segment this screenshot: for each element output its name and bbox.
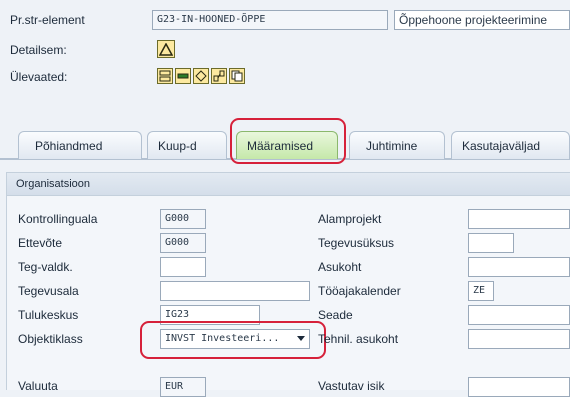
operational-unit-field[interactable] (468, 233, 514, 253)
equipment-label: Seade (318, 308, 353, 322)
element-label: Pr.str-element (10, 13, 85, 27)
functional-area-label: Tegevusala (18, 284, 79, 298)
overview-label: Ülevaated: (10, 70, 68, 84)
location-field[interactable] (468, 257, 570, 277)
currency-field[interactable]: EUR (160, 377, 206, 397)
sub-project-label: Alamprojekt (318, 212, 382, 226)
tab-juhtimine[interactable]: Juhtimine (349, 131, 445, 159)
work-calendar-label: Tööajakalender (318, 284, 401, 298)
functional-location-field[interactable] (468, 329, 570, 349)
element-description-field[interactable]: Õppehoone projekteerimine (394, 10, 570, 30)
company-field[interactable]: G000 (160, 233, 206, 253)
warning-triangle-icon[interactable] (157, 40, 175, 58)
section-header (7, 173, 570, 196)
controlling-area-field[interactable]: G000 (160, 209, 206, 229)
dropdown-arrow-icon[interactable] (297, 336, 305, 341)
section-title: Organisatsioon (16, 178, 90, 190)
object-class-label: Objektiklass (18, 332, 83, 346)
tab-kuupaevad[interactable]: Kuup-d (147, 131, 227, 159)
tab-maaramised[interactable]: Määramised (236, 131, 338, 159)
hierarchy-icon[interactable] (157, 68, 173, 84)
functional-location-label: Tehnil. asukoht (318, 332, 399, 346)
object-class-value: INVST Investeeri... (165, 333, 280, 344)
network-icon[interactable] (211, 68, 227, 84)
functional-area-field[interactable] (160, 281, 310, 301)
business-area-label: Teg-valdk. (18, 260, 73, 274)
profit-center-label: Tulukeskus (18, 308, 79, 322)
work-calendar-field[interactable]: ZE (468, 281, 494, 301)
element-value-field[interactable]: G23-IN-HOONED-ÕPPE (152, 10, 388, 30)
operational-unit-label: Tegevusüksus (318, 236, 395, 250)
minus-icon[interactable] (175, 68, 191, 84)
currency-label: Valuuta (18, 379, 58, 393)
object-class-select[interactable]: INVST Investeeri... (160, 329, 310, 349)
business-area-field[interactable] (160, 257, 206, 277)
responsible-person-field[interactable] (468, 377, 570, 397)
location-label: Asukoht (318, 260, 362, 274)
tab-pohiandmed[interactable]: Põhiandmed (18, 131, 142, 159)
diamond-icon[interactable] (193, 68, 209, 84)
copy-icon[interactable] (229, 68, 245, 84)
profit-center-field[interactable]: IG23 (160, 305, 260, 325)
tab-kasutajavaljad[interactable]: Kasutajaväljad (451, 131, 570, 159)
details-label: Detailsem: (10, 43, 67, 57)
equipment-field[interactable] (468, 305, 570, 325)
controlling-area-label: Kontrollinguala (18, 212, 98, 226)
company-label: Ettevõte (18, 236, 63, 250)
sub-project-field[interactable] (468, 209, 570, 229)
responsible-person-label: Vastutav isik (318, 379, 385, 393)
